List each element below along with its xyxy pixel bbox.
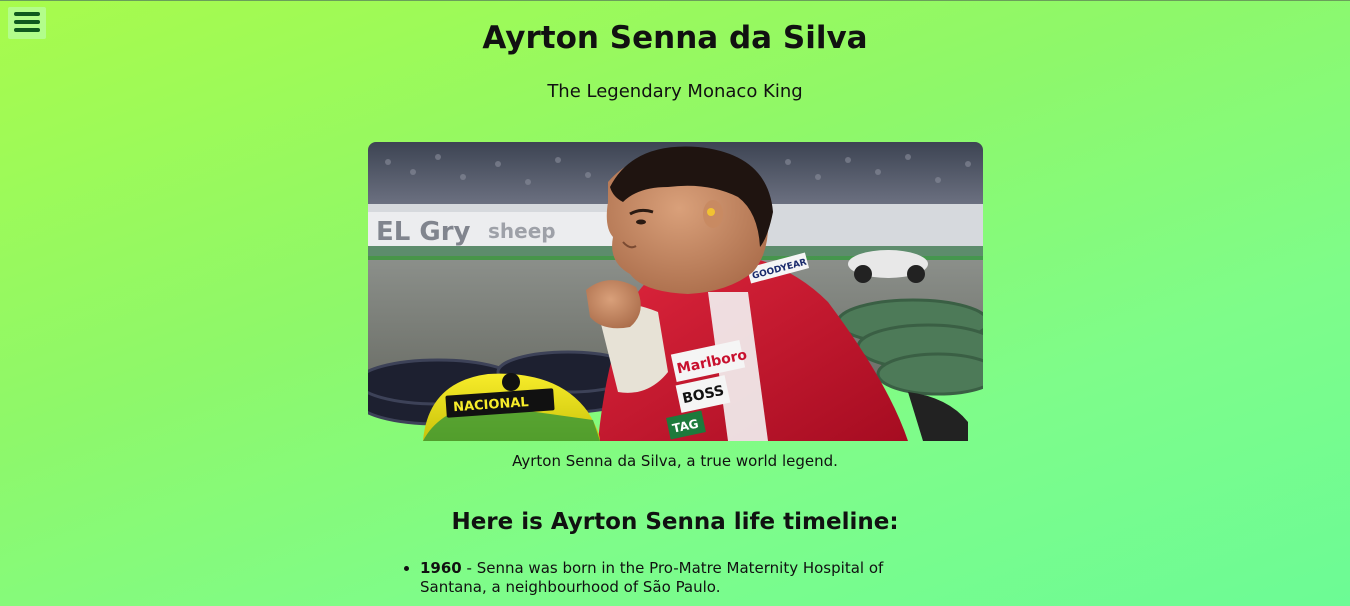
- senna-photo: EL Gry sheep Marlboro BOSS GOODYEAR TAG …: [368, 142, 983, 441]
- timeline-item-text: - Senna was born in the Pro-Matre Matern…: [420, 559, 884, 596]
- hamburger-menu-icon: [14, 12, 40, 16]
- photo-caption: Ayrton Senna da Silva, a true world lege…: [512, 452, 838, 470]
- svg-text:EL Gry: EL Gry: [376, 217, 471, 247]
- timeline-item: 1960 - Senna was born in the Pro-Matre M…: [420, 559, 940, 597]
- svg-text:sheep: sheep: [488, 219, 556, 243]
- timeline-heading: Here is Ayrton Senna life timeline:: [451, 509, 899, 535]
- timeline-list: 1960 - Senna was born in the Pro-Matre M…: [402, 559, 940, 597]
- page-title: Ayrton Senna da Silva: [482, 20, 868, 56]
- timeline-item-year: 1960: [420, 559, 462, 577]
- page-subtitle: The Legendary Monaco King: [547, 81, 803, 102]
